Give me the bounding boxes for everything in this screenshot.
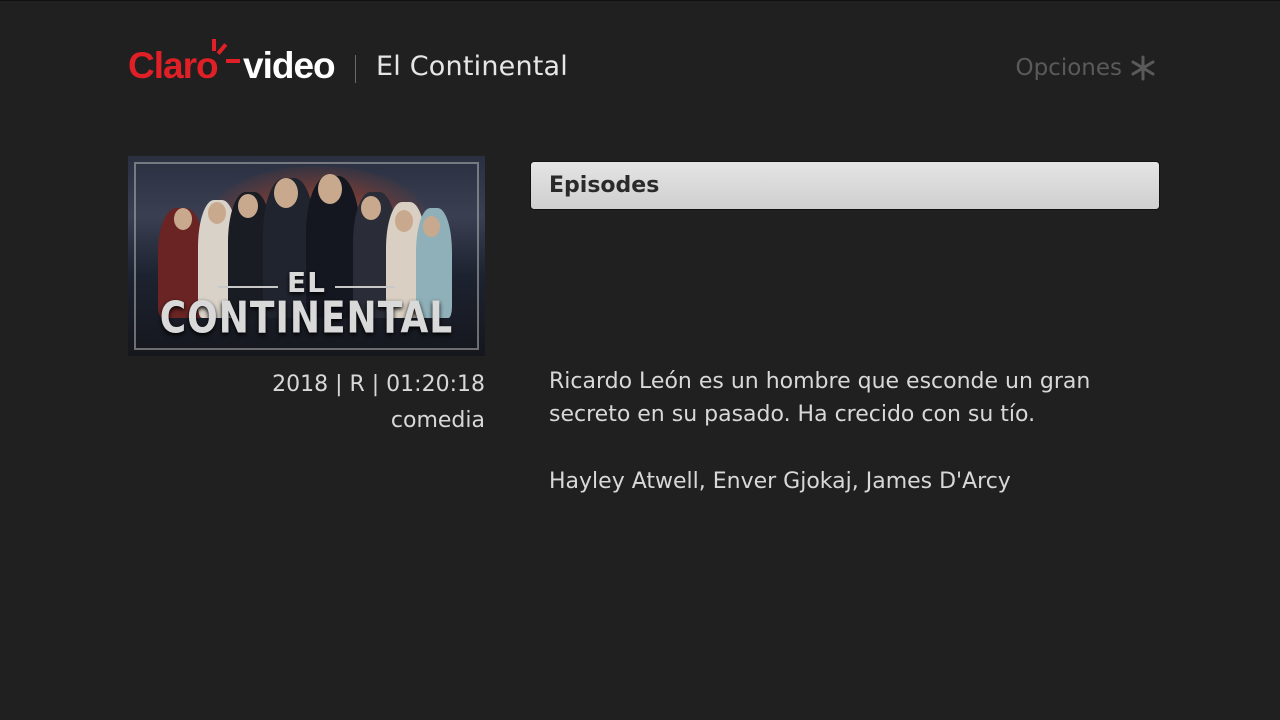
claro-video-logo: Claro video <box>128 39 338 86</box>
content-meta: 2018 | R | 01:20:18 comedia <box>128 367 485 439</box>
options-button[interactable]: Opciones <box>1015 55 1156 81</box>
poster-frame <box>134 162 479 350</box>
logo-video-text: video <box>243 45 336 86</box>
header: Claro video El Continental Opciones <box>128 37 1156 97</box>
header-divider <box>355 55 356 83</box>
cast-list: Hayley Atwell, Enver Gjokaj, James D'Arc… <box>549 469 1011 494</box>
series-poster: EL CONTINENTAL <box>128 156 485 356</box>
meta-genre: comedia <box>390 408 485 433</box>
screen: Claro video El Continental Opciones EL C… <box>0 0 1280 720</box>
meta-info-line: 2018 | R | 01:20:18 <box>272 372 485 397</box>
episodes-button[interactable]: Episodes <box>530 161 1160 210</box>
synopsis: Ricardo León es un hombre que esconde un… <box>549 369 1091 427</box>
logo-rays-icon <box>212 39 240 63</box>
page-title: El Continental <box>376 51 568 82</box>
asterisk-icon <box>1131 55 1155 81</box>
options-label: Opciones <box>1015 55 1122 81</box>
